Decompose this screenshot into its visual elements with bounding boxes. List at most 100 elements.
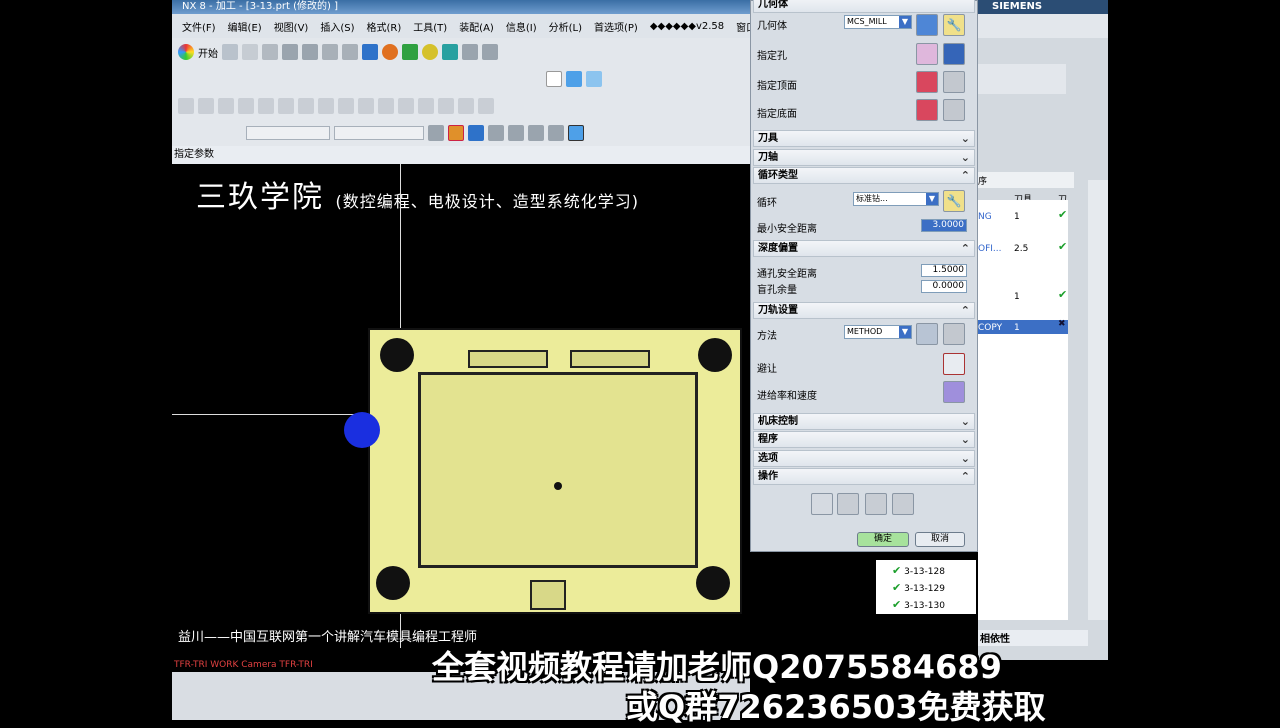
section-program[interactable]: 程序 ⌄ xyxy=(753,431,975,448)
edit-method-wrench-icon[interactable] xyxy=(943,323,965,345)
new-geometry-button[interactable] xyxy=(916,14,938,36)
section-icon[interactable] xyxy=(438,98,454,114)
section-cycle-type[interactable]: 循环类型 ⌃ xyxy=(753,167,975,184)
ok-button[interactable]: 确定 xyxy=(857,532,909,547)
simulate-icon[interactable] xyxy=(442,44,458,60)
display-top-flashlight-icon[interactable] xyxy=(943,71,965,93)
refresh-icon[interactable] xyxy=(402,44,418,60)
section-axis[interactable]: 刀轴 ⌄ xyxy=(753,149,975,166)
trim-icon[interactable] xyxy=(338,98,354,114)
edit-cycle-wrench-icon[interactable]: 🔧 xyxy=(943,190,965,212)
verify-path-button[interactable] xyxy=(865,493,887,515)
blind-stock-input[interactable]: 0.0000 xyxy=(921,280,967,293)
body-select-icon[interactable] xyxy=(488,125,504,141)
menu-file[interactable]: 文件(F) xyxy=(176,19,222,34)
offset-curve-icon[interactable] xyxy=(298,98,314,114)
edit-geometry-wrench-icon[interactable]: 🔧 xyxy=(943,14,965,36)
display-hole-flashlight-icon[interactable] xyxy=(943,43,965,65)
blend-icon[interactable] xyxy=(458,98,474,114)
rectangle-icon[interactable] xyxy=(238,98,254,114)
bridge-icon[interactable] xyxy=(378,98,394,114)
specify-bottom-button[interactable] xyxy=(916,99,938,121)
new-icon[interactable] xyxy=(222,44,238,60)
undo-icon[interactable] xyxy=(282,44,298,60)
menu-insert[interactable]: 插入(S) xyxy=(314,19,360,34)
verify-icon[interactable] xyxy=(422,44,438,60)
rectangle-select-icon[interactable] xyxy=(548,125,564,141)
iso-view-icon[interactable] xyxy=(586,71,602,87)
cancel-button[interactable]: 取消 xyxy=(915,532,965,547)
section-path-settings[interactable]: 刀轨设置 ⌃ xyxy=(753,302,975,319)
specify-top-button[interactable] xyxy=(916,71,938,93)
section-tool-label: 刀具 xyxy=(758,133,778,144)
save-icon[interactable] xyxy=(262,44,278,60)
menu-window[interactable]: 窗口(O) xyxy=(730,19,750,34)
section-depth-offset[interactable]: 深度偏置 ⌃ xyxy=(753,240,975,257)
display-bottom-flashlight-icon[interactable] xyxy=(943,99,965,121)
shop-doc-icon[interactable] xyxy=(482,44,498,60)
section-options[interactable]: 选项 ⌄ xyxy=(753,450,975,467)
section-tool[interactable]: 刀具 ⌄ xyxy=(753,130,975,147)
fit-icon[interactable] xyxy=(546,71,562,87)
redo-icon[interactable] xyxy=(302,44,318,60)
menu-edit[interactable]: 编辑(E) xyxy=(222,19,268,34)
window-title: NX 8 - 加工 - [3-13.prt (修改的) ] xyxy=(172,0,750,14)
menu-format[interactable]: 格式(R) xyxy=(361,19,408,34)
specify-hole-button[interactable] xyxy=(916,43,938,65)
menu-info[interactable]: 信息(I) xyxy=(500,19,543,34)
tree-item[interactable]: ✔ 3-13-129 xyxy=(892,581,945,594)
generate-path-button[interactable] xyxy=(811,493,833,515)
method-select[interactable]: METHOD ▼ xyxy=(844,325,912,339)
cycle-select[interactable]: 标准钻... ▼ xyxy=(853,192,939,206)
section-machine-control[interactable]: 机床控制 ⌄ xyxy=(753,413,975,430)
list-path-button[interactable] xyxy=(892,493,914,515)
menu-preferences[interactable]: 首选项(P) xyxy=(588,19,644,34)
project-curve-icon[interactable] xyxy=(318,98,334,114)
spline-icon[interactable] xyxy=(198,98,214,114)
cut-icon[interactable] xyxy=(322,44,338,60)
menu-analysis[interactable]: 分析(L) xyxy=(543,19,588,34)
view-cube-icon[interactable] xyxy=(568,125,584,141)
tree-item[interactable]: ✔ 3-13-128 xyxy=(892,564,945,577)
operation-navigator[interactable]: NG 1 ✔ OFI... 2.5 ✔ 1 ✔ COPY 1 ✖ xyxy=(978,200,1068,620)
edge-select-icon[interactable] xyxy=(528,125,544,141)
line-icon[interactable] xyxy=(178,98,194,114)
menu-plugin[interactable]: ◆◆◆◆◆◆v2.58 xyxy=(644,21,730,32)
open-icon[interactable] xyxy=(242,44,258,60)
postprocess-icon[interactable] xyxy=(462,44,478,60)
min-clearance-input[interactable]: 3.0000 xyxy=(921,219,967,232)
polygon-icon[interactable] xyxy=(278,98,294,114)
rotate-icon[interactable] xyxy=(468,125,484,141)
shaded-icon[interactable] xyxy=(566,71,582,87)
type-filter-select[interactable] xyxy=(246,126,330,140)
replay-icon[interactable] xyxy=(382,44,398,60)
new-method-button[interactable] xyxy=(916,323,938,345)
revolve-icon[interactable] xyxy=(418,98,434,114)
avoid-button[interactable] xyxy=(943,353,965,375)
snap-point-icon[interactable] xyxy=(448,125,464,141)
chamfer-icon[interactable] xyxy=(478,98,494,114)
tree-item[interactable]: ✔ 3-13-130 xyxy=(892,598,945,611)
tree-list[interactable]: ✔ 3-13-128 ✔ 3-13-129 ✔ 3-13-130 xyxy=(876,560,976,614)
menu-assembly[interactable]: 装配(A) xyxy=(453,19,500,34)
generate-icon[interactable] xyxy=(362,44,378,60)
feeds-speeds-button[interactable] xyxy=(943,381,965,403)
section-geometry[interactable]: 几何体 xyxy=(753,0,975,13)
through-clearance-input[interactable]: 1.5000 xyxy=(921,264,967,277)
filter-icon[interactable] xyxy=(428,125,444,141)
replay-path-button[interactable] xyxy=(837,493,859,515)
section-actions[interactable]: 操作 ⌃ xyxy=(753,468,975,485)
mold-plate-model[interactable] xyxy=(368,328,742,614)
menu-tools[interactable]: 工具(T) xyxy=(407,19,453,34)
start-button[interactable]: 开始 xyxy=(198,45,218,60)
geometry-select[interactable]: MCS_MILL ▼ xyxy=(844,15,912,29)
copy-icon[interactable] xyxy=(342,44,358,60)
arc-icon[interactable] xyxy=(218,98,234,114)
text-icon[interactable] xyxy=(258,98,274,114)
graphics-viewport[interactable]: 三玖学院 (数控编程、电极设计、造型系统化学习) xyxy=(172,164,750,648)
face-select-icon[interactable] xyxy=(508,125,524,141)
extend-icon[interactable] xyxy=(358,98,374,114)
menu-view[interactable]: 视图(V) xyxy=(268,19,315,34)
extrude-icon[interactable] xyxy=(398,98,414,114)
selection-scope-select[interactable] xyxy=(334,126,424,140)
